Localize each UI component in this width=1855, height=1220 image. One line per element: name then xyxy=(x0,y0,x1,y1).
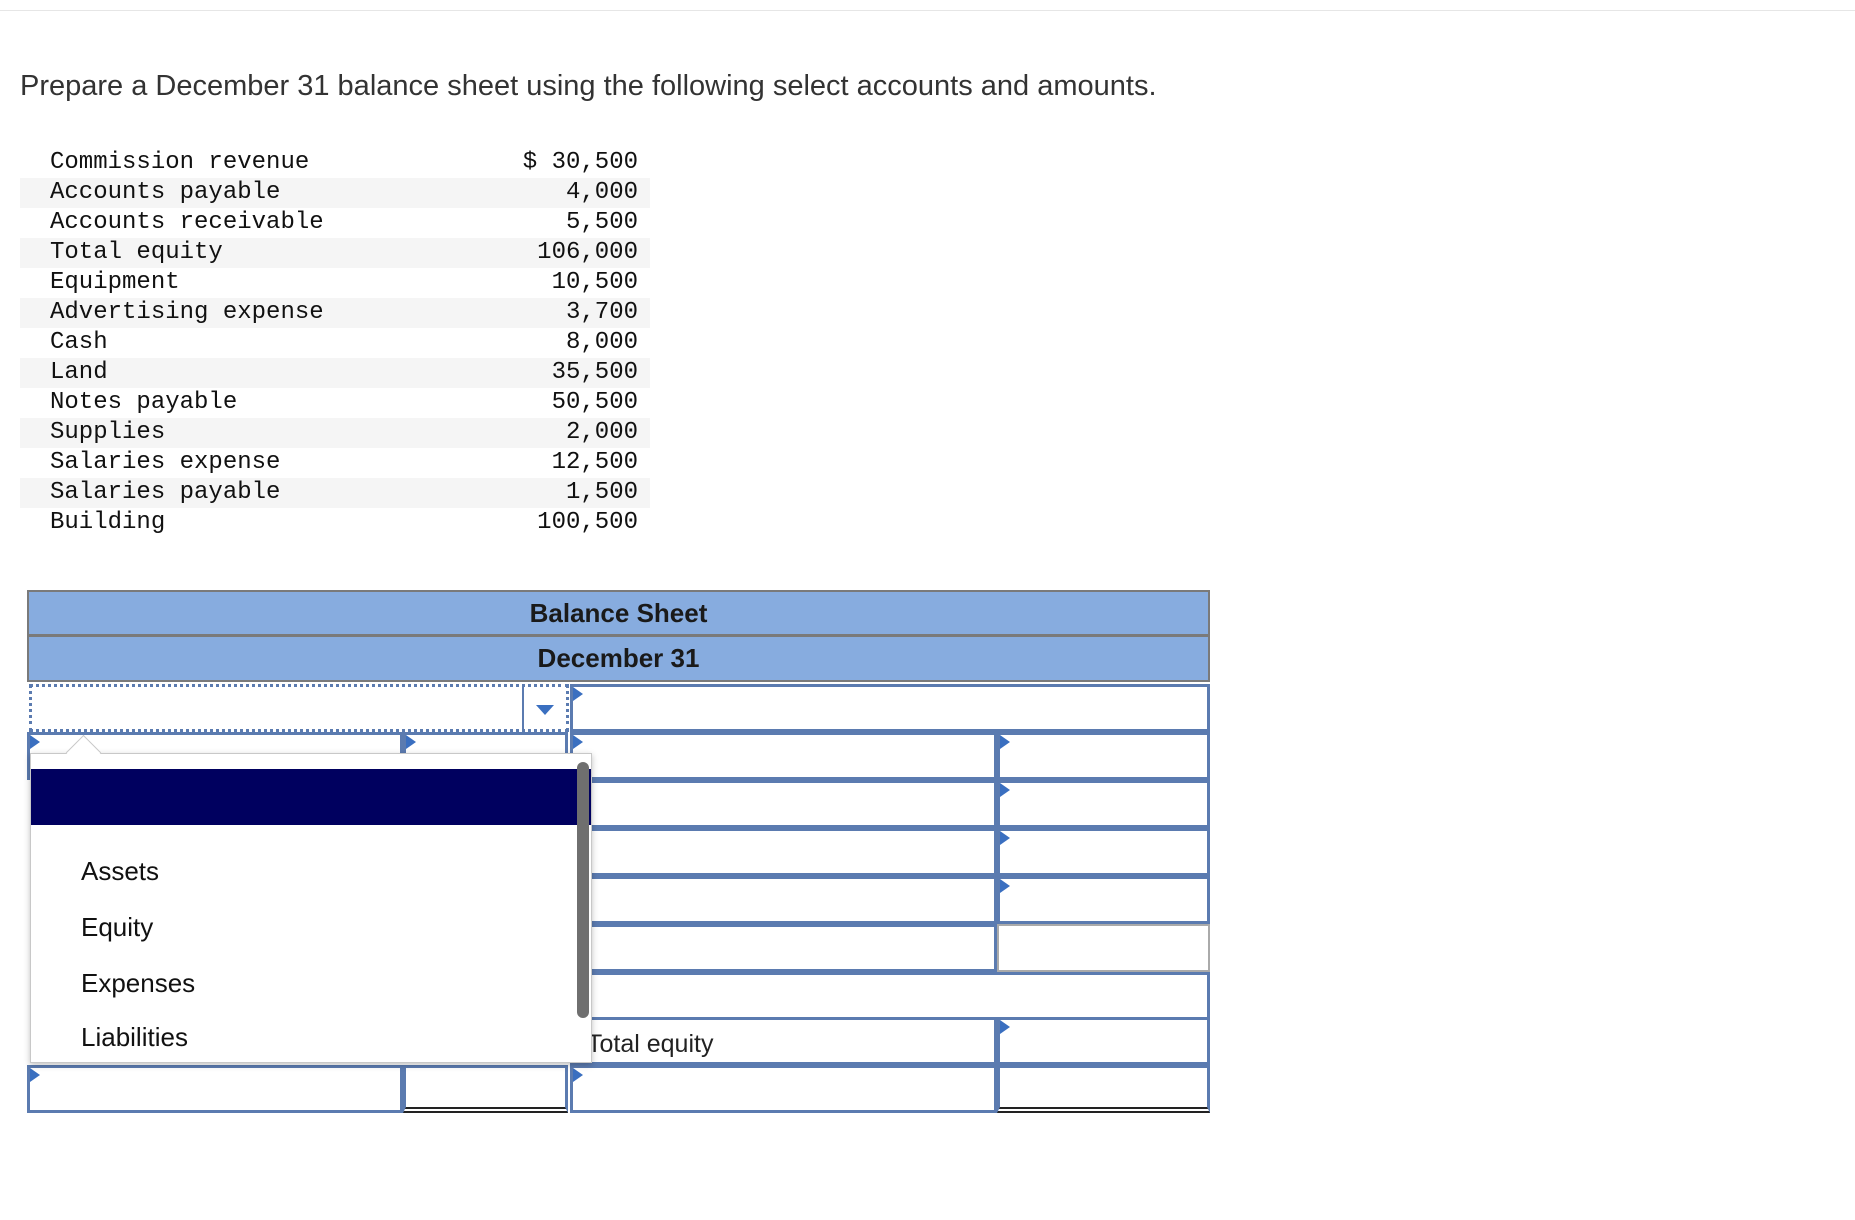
account-amount: 10,500 xyxy=(551,269,638,296)
account-name: Total equity xyxy=(50,239,223,266)
input-marker-icon xyxy=(30,1068,40,1082)
account-row: Land 35,500 xyxy=(20,358,650,388)
account-name: Advertising expense xyxy=(50,299,324,326)
total-amount-static xyxy=(997,924,1210,972)
section-category-select[interactable] xyxy=(29,684,569,732)
account-amount: 5,500 xyxy=(565,209,638,236)
dropdown-option-assets[interactable]: Assets xyxy=(81,851,159,891)
account-name: Cash xyxy=(50,329,108,356)
total-liabilities-equity-amount[interactable] xyxy=(997,1065,1210,1113)
balance-input-wide[interactable] xyxy=(570,684,1210,732)
account-name: Notes payable xyxy=(50,389,238,416)
account-row: Building 100,500 xyxy=(20,508,650,538)
dropdown-option-equity[interactable]: Equity xyxy=(81,907,153,947)
account-name: Accounts receivable xyxy=(50,209,324,236)
account-name: Building xyxy=(50,509,166,536)
account-row: Accounts payable 4,000 xyxy=(20,178,650,208)
input-marker-icon xyxy=(573,735,583,749)
account-row: Equipment 10,500 xyxy=(20,268,650,298)
account-amount: 1,500 xyxy=(565,479,638,506)
account-amount: 12,500 xyxy=(551,449,638,476)
account-row: Salaries payable 1,500 xyxy=(20,478,650,508)
account-row: Salaries expense 12,500 xyxy=(20,448,650,478)
account-select-right[interactable] xyxy=(570,780,997,828)
amount-input-right[interactable] xyxy=(997,828,1210,876)
account-amount: 4,000 xyxy=(565,179,638,206)
account-name: Commission revenue xyxy=(50,149,310,176)
select-toggle[interactable] xyxy=(522,687,566,729)
account-amount: 2,000 xyxy=(565,419,638,446)
amount-input-right[interactable] xyxy=(997,732,1210,780)
section-heading-input[interactable] xyxy=(570,972,1210,1020)
input-marker-icon xyxy=(1000,831,1010,845)
input-marker-icon xyxy=(573,687,583,701)
input-marker-icon xyxy=(573,1068,583,1082)
accounts-list: Commission revenue $ 30,500 Accounts paya… xyxy=(20,148,650,538)
input-marker-icon xyxy=(1000,735,1010,749)
account-row: Cash 8,000 xyxy=(20,328,650,358)
question-prompt: Prepare a December 31 balance sheet usin… xyxy=(20,70,1157,102)
account-select-right[interactable] xyxy=(570,732,997,780)
category-dropdown-menu: Assets Equity Expenses Liabilities xyxy=(30,734,592,1063)
total-assets-label[interactable] xyxy=(27,1065,403,1113)
account-name: Land xyxy=(50,359,108,386)
account-name: Accounts payable xyxy=(50,179,281,206)
account-name: Supplies xyxy=(50,419,166,446)
dropdown-scrollbar[interactable] xyxy=(577,762,589,1018)
account-select-right[interactable] xyxy=(570,828,997,876)
input-marker-icon xyxy=(1000,783,1010,797)
dropdown-option-expenses[interactable]: Expenses xyxy=(81,963,195,1003)
input-marker-icon xyxy=(1000,1020,1010,1034)
dropdown-option-liabilities[interactable]: Liabilities xyxy=(81,1017,188,1057)
account-row: Supplies 2,000 xyxy=(20,418,650,448)
dropdown-option-blank[interactable] xyxy=(31,769,591,825)
account-name: Salaries payable xyxy=(50,479,281,506)
balance-sheet-title: Balance Sheet xyxy=(27,590,1210,636)
account-select-right[interactable] xyxy=(570,876,997,924)
account-name: Salaries expense xyxy=(50,449,281,476)
balance-sheet-date: December 31 xyxy=(27,636,1210,682)
total-equity-row: Total equity xyxy=(570,1017,997,1065)
account-amount: 8,000 xyxy=(565,329,638,356)
amount-input-right[interactable] xyxy=(997,780,1210,828)
input-marker-icon xyxy=(406,735,416,749)
account-amount: 106,000 xyxy=(537,239,638,266)
account-amount: 35,500 xyxy=(551,359,638,386)
account-name: Equipment xyxy=(50,269,180,296)
input-marker-icon xyxy=(1000,879,1010,893)
total-equity-amount[interactable] xyxy=(997,1017,1210,1065)
account-row: Commission revenue $ 30,500 xyxy=(20,148,650,178)
input-marker-icon xyxy=(30,735,40,749)
total-label-input[interactable] xyxy=(570,924,997,972)
account-amount: 3,700 xyxy=(565,299,638,326)
account-row: Advertising expense 3,700 xyxy=(20,298,650,328)
account-amount: $ 30,500 xyxy=(522,149,638,176)
account-amount: 50,500 xyxy=(551,389,638,416)
account-row: Total equity 106,000 xyxy=(20,238,650,268)
account-row: Accounts receivable 5,500 xyxy=(20,208,650,238)
total-assets-amount[interactable] xyxy=(403,1065,568,1113)
account-amount: 100,500 xyxy=(537,509,638,536)
top-divider xyxy=(0,10,1855,11)
total-equity-label: Total equity xyxy=(587,1030,714,1058)
total-liabilities-equity-label[interactable] xyxy=(570,1065,997,1113)
chevron-down-icon xyxy=(536,705,554,715)
account-row: Notes payable 50,500 xyxy=(20,388,650,418)
amount-input-right[interactable] xyxy=(997,876,1210,924)
